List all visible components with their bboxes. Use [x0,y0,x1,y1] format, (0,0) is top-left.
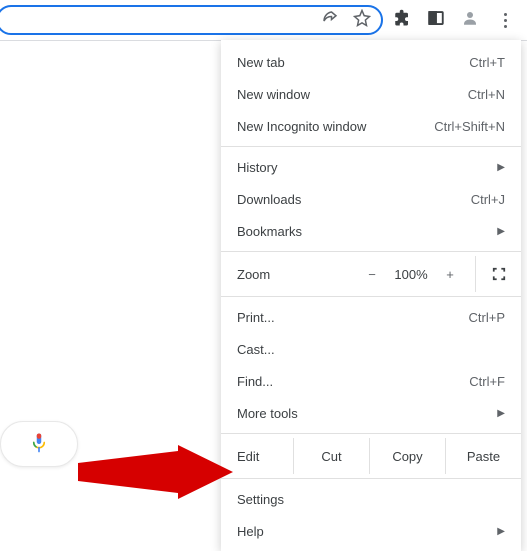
menu-find[interactable]: Find... Ctrl+F [221,365,521,397]
menu-zoom: Zoom − 100% + [221,256,521,292]
menu-downloads[interactable]: Downloads Ctrl+J [221,183,521,215]
menu-history[interactable]: History ▶ [221,151,521,183]
menu-label: New Incognito window [237,119,366,134]
profile-icon[interactable] [461,9,479,32]
address-bar[interactable] [0,5,383,35]
extensions-icon[interactable] [393,9,411,32]
menu-shortcut: Ctrl+N [468,87,505,102]
menu-separator [221,251,521,252]
menu-label: Bookmarks [237,224,302,239]
menu-label: Cast... [237,342,275,357]
annotation-arrow [78,445,233,499]
voice-search-button[interactable] [0,421,78,467]
menu-label: Zoom [237,267,355,282]
zoom-value: 100% [389,267,433,282]
menu-shortcut: Ctrl+T [469,55,505,70]
overflow-menu: New tab Ctrl+T New window Ctrl+N New Inc… [221,40,521,551]
chevron-right-icon: ▶ [497,162,505,173]
chevron-right-icon: ▶ [497,226,505,237]
menu-more-tools[interactable]: More tools ▶ [221,397,521,429]
menu-separator [221,433,521,434]
microphone-icon [30,432,48,456]
menu-new-window[interactable]: New window Ctrl+N [221,78,521,110]
menu-cast[interactable]: Cast... [221,333,521,365]
menu-new-tab[interactable]: New tab Ctrl+T [221,46,521,78]
menu-separator [221,296,521,297]
star-icon[interactable] [353,9,371,32]
fullscreen-button[interactable] [475,256,521,292]
edit-copy-button[interactable]: Copy [369,438,445,474]
zoom-out-button[interactable]: − [355,267,389,282]
menu-separator [221,146,521,147]
share-icon[interactable] [321,9,339,32]
edit-cut-button[interactable]: Cut [293,438,369,474]
menu-incognito[interactable]: New Incognito window Ctrl+Shift+N [221,110,521,142]
menu-label: Downloads [237,192,301,207]
menu-label: Print... [237,310,275,325]
menu-shortcut: Ctrl+Shift+N [434,119,505,134]
menu-label: Settings [237,492,284,507]
browser-toolbar [0,0,527,40]
page-content: New tab Ctrl+T New window Ctrl+N New Inc… [0,40,527,500]
chevron-right-icon: ▶ [497,408,505,419]
menu-settings[interactable]: Settings [221,483,521,515]
chevron-right-icon: ▶ [497,526,505,537]
menu-label: Help [237,524,264,539]
menu-label: New tab [237,55,285,70]
side-panel-icon[interactable] [427,9,445,32]
menu-label: New window [237,87,310,102]
menu-label: Find... [237,374,273,389]
menu-bookmarks[interactable]: Bookmarks ▶ [221,215,521,247]
kebab-menu-button[interactable] [495,10,515,30]
menu-shortcut: Ctrl+F [469,374,505,389]
menu-label: More tools [237,406,298,421]
menu-shortcut: Ctrl+P [469,310,505,325]
menu-edit-row: Edit Cut Copy Paste [221,438,521,474]
menu-help[interactable]: Help ▶ [221,515,521,547]
zoom-in-button[interactable]: + [433,267,467,282]
fullscreen-icon [492,267,506,281]
menu-label: Edit [221,449,293,464]
menu-shortcut: Ctrl+J [471,192,505,207]
menu-label: History [237,160,277,175]
menu-print[interactable]: Print... Ctrl+P [221,301,521,333]
toolbar-actions [393,9,519,32]
menu-separator [221,478,521,479]
edit-paste-button[interactable]: Paste [445,438,521,474]
